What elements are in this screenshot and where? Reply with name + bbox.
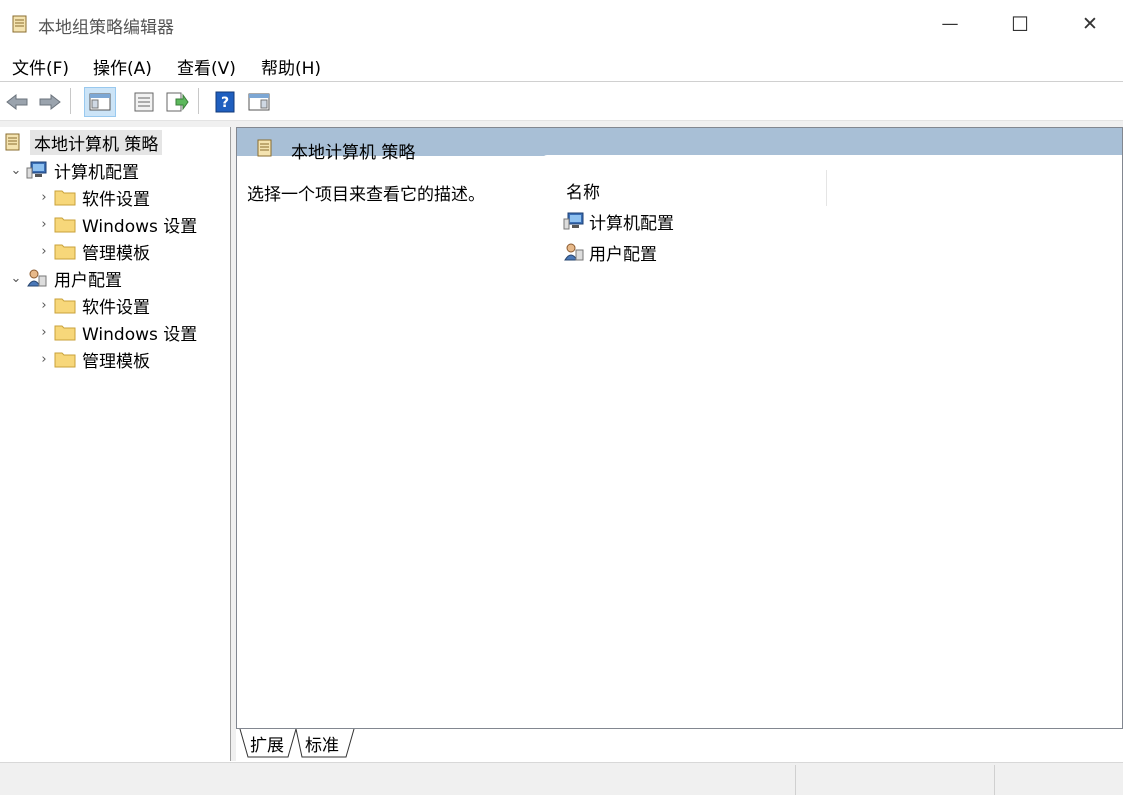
- export-list-icon: [166, 92, 189, 112]
- collapse-arrow-icon[interactable]: ›: [36, 217, 52, 232]
- menu-view[interactable]: 查看(V): [177, 54, 236, 79]
- tab-standard[interactable]: 标准: [294, 729, 350, 757]
- help-icon: ?: [215, 91, 235, 113]
- tree-item-label: 用户配置: [54, 270, 122, 291]
- properties-button[interactable]: [131, 89, 157, 115]
- forward-button[interactable]: [37, 89, 63, 115]
- tree-item-computer-admin-templates[interactable]: › 管理模板: [36, 238, 150, 264]
- user-config-icon: [564, 243, 584, 261]
- tree-root-label: 本地计算机 策略: [30, 129, 163, 155]
- column-header-name[interactable]: 名称: [566, 178, 600, 203]
- list-item-label: 计算机配置: [589, 213, 674, 234]
- toolbar-separator: [198, 88, 199, 114]
- menu-bar: 文件(F) 操作(A) 查看(V) 帮助(H): [0, 48, 1123, 82]
- computer-config-icon: [26, 161, 47, 179]
- list-item-label: 用户配置: [589, 244, 657, 265]
- maximize-button[interactable]: ☐: [985, 0, 1055, 48]
- tab-extended[interactable]: 扩展: [240, 729, 294, 757]
- show-hide-action-pane-icon: [248, 93, 270, 111]
- toolbar-separator: [70, 88, 71, 114]
- folder-icon: [54, 352, 76, 368]
- tree-item-computer-windows-settings[interactable]: › Windows 设置: [36, 211, 197, 237]
- folder-icon: [54, 298, 76, 314]
- details-header-title: 本地计算机 策略: [291, 143, 416, 163]
- collapse-arrow-icon[interactable]: ›: [36, 352, 52, 367]
- minimize-icon: —: [941, 14, 959, 34]
- tree-root-local-computer-policy[interactable]: 本地计算机 策略: [2, 129, 163, 155]
- tree-item-computer-config[interactable]: ⌄ 计算机配置: [8, 157, 139, 183]
- tree-item-user-windows-settings[interactable]: › Windows 设置: [36, 319, 197, 345]
- tree-item-user-config[interactable]: ⌄ 用户配置: [8, 265, 122, 291]
- show-hide-console-tree-icon: [89, 93, 111, 111]
- back-icon: [6, 93, 28, 111]
- collapse-arrow-icon[interactable]: ›: [36, 190, 52, 205]
- maximize-icon: ☐: [1011, 12, 1029, 36]
- expand-arrow-icon[interactable]: ⌄: [8, 271, 24, 286]
- tree-item-label: Windows 设置: [82, 216, 198, 237]
- svg-text:?: ?: [221, 95, 229, 111]
- minimize-button[interactable]: —: [915, 0, 985, 48]
- close-button[interactable]: ✕: [1055, 0, 1123, 48]
- status-bar: [0, 762, 1123, 795]
- policy-scroll-icon: [12, 15, 27, 33]
- status-separator: [795, 765, 796, 795]
- show-hide-action-pane-button[interactable]: [246, 89, 272, 115]
- properties-icon: [134, 92, 154, 112]
- menu-action[interactable]: 操作(A): [93, 54, 152, 79]
- console-tree: 本地计算机 策略 ⌄ 计算机配置 › 软件设置 › Windows 设置 › 管…: [0, 127, 231, 761]
- collapse-arrow-icon[interactable]: ›: [36, 298, 52, 313]
- list-item-user-config[interactable]: 用户配置: [563, 239, 657, 265]
- tree-item-label: 软件设置: [82, 189, 150, 210]
- policy-scroll-icon: [257, 139, 272, 157]
- collapse-arrow-icon[interactable]: ›: [36, 325, 52, 340]
- column-divider[interactable]: [826, 170, 827, 206]
- policy-scroll-icon: [5, 133, 20, 151]
- folder-icon: [54, 244, 76, 260]
- details-pane: 本地计算机 策略 选择一个项目来查看它的描述。 名称 计算机配置 用户配置: [236, 127, 1123, 729]
- tree-item-user-software-settings[interactable]: › 软件设置: [36, 292, 150, 318]
- details-header: 本地计算机 策略: [237, 128, 1122, 163]
- list-item-computer-config[interactable]: 计算机配置: [563, 208, 674, 234]
- tree-item-computer-software-settings[interactable]: › 软件设置: [36, 184, 150, 210]
- header-curve-decoration: [542, 155, 1122, 160]
- folder-icon: [54, 190, 76, 206]
- description-text: 选择一个项目来查看它的描述。: [247, 185, 485, 205]
- folder-icon: [54, 325, 76, 341]
- status-separator: [994, 765, 995, 795]
- tree-item-label: Windows 设置: [82, 324, 198, 345]
- tree-item-label: 管理模板: [82, 351, 150, 372]
- tree-item-label: 软件设置: [82, 297, 150, 318]
- show-hide-console-tree-button[interactable]: [84, 87, 116, 117]
- export-list-button[interactable]: [164, 89, 190, 115]
- folder-icon: [54, 217, 76, 233]
- collapse-arrow-icon[interactable]: ›: [36, 244, 52, 259]
- back-button[interactable]: [4, 89, 30, 115]
- computer-config-icon: [563, 212, 584, 230]
- toolbar: ?: [0, 82, 1123, 121]
- view-tabs: 扩展 标准: [236, 729, 1123, 761]
- tree-item-label: 管理模板: [82, 243, 150, 264]
- tree-item-label: 计算机配置: [54, 162, 139, 183]
- window-title: 本地组策略编辑器: [38, 18, 174, 38]
- menu-help[interactable]: 帮助(H): [261, 54, 321, 79]
- title-bar: 本地组策略编辑器 — ☐ ✕: [0, 0, 1123, 48]
- tree-item-user-admin-templates[interactable]: › 管理模板: [36, 346, 150, 372]
- menu-file[interactable]: 文件(F): [12, 54, 69, 79]
- user-config-icon: [27, 269, 47, 287]
- close-icon: ✕: [1082, 13, 1098, 35]
- expand-arrow-icon[interactable]: ⌄: [8, 163, 24, 178]
- help-button[interactable]: ?: [212, 89, 238, 115]
- forward-icon: [39, 93, 61, 111]
